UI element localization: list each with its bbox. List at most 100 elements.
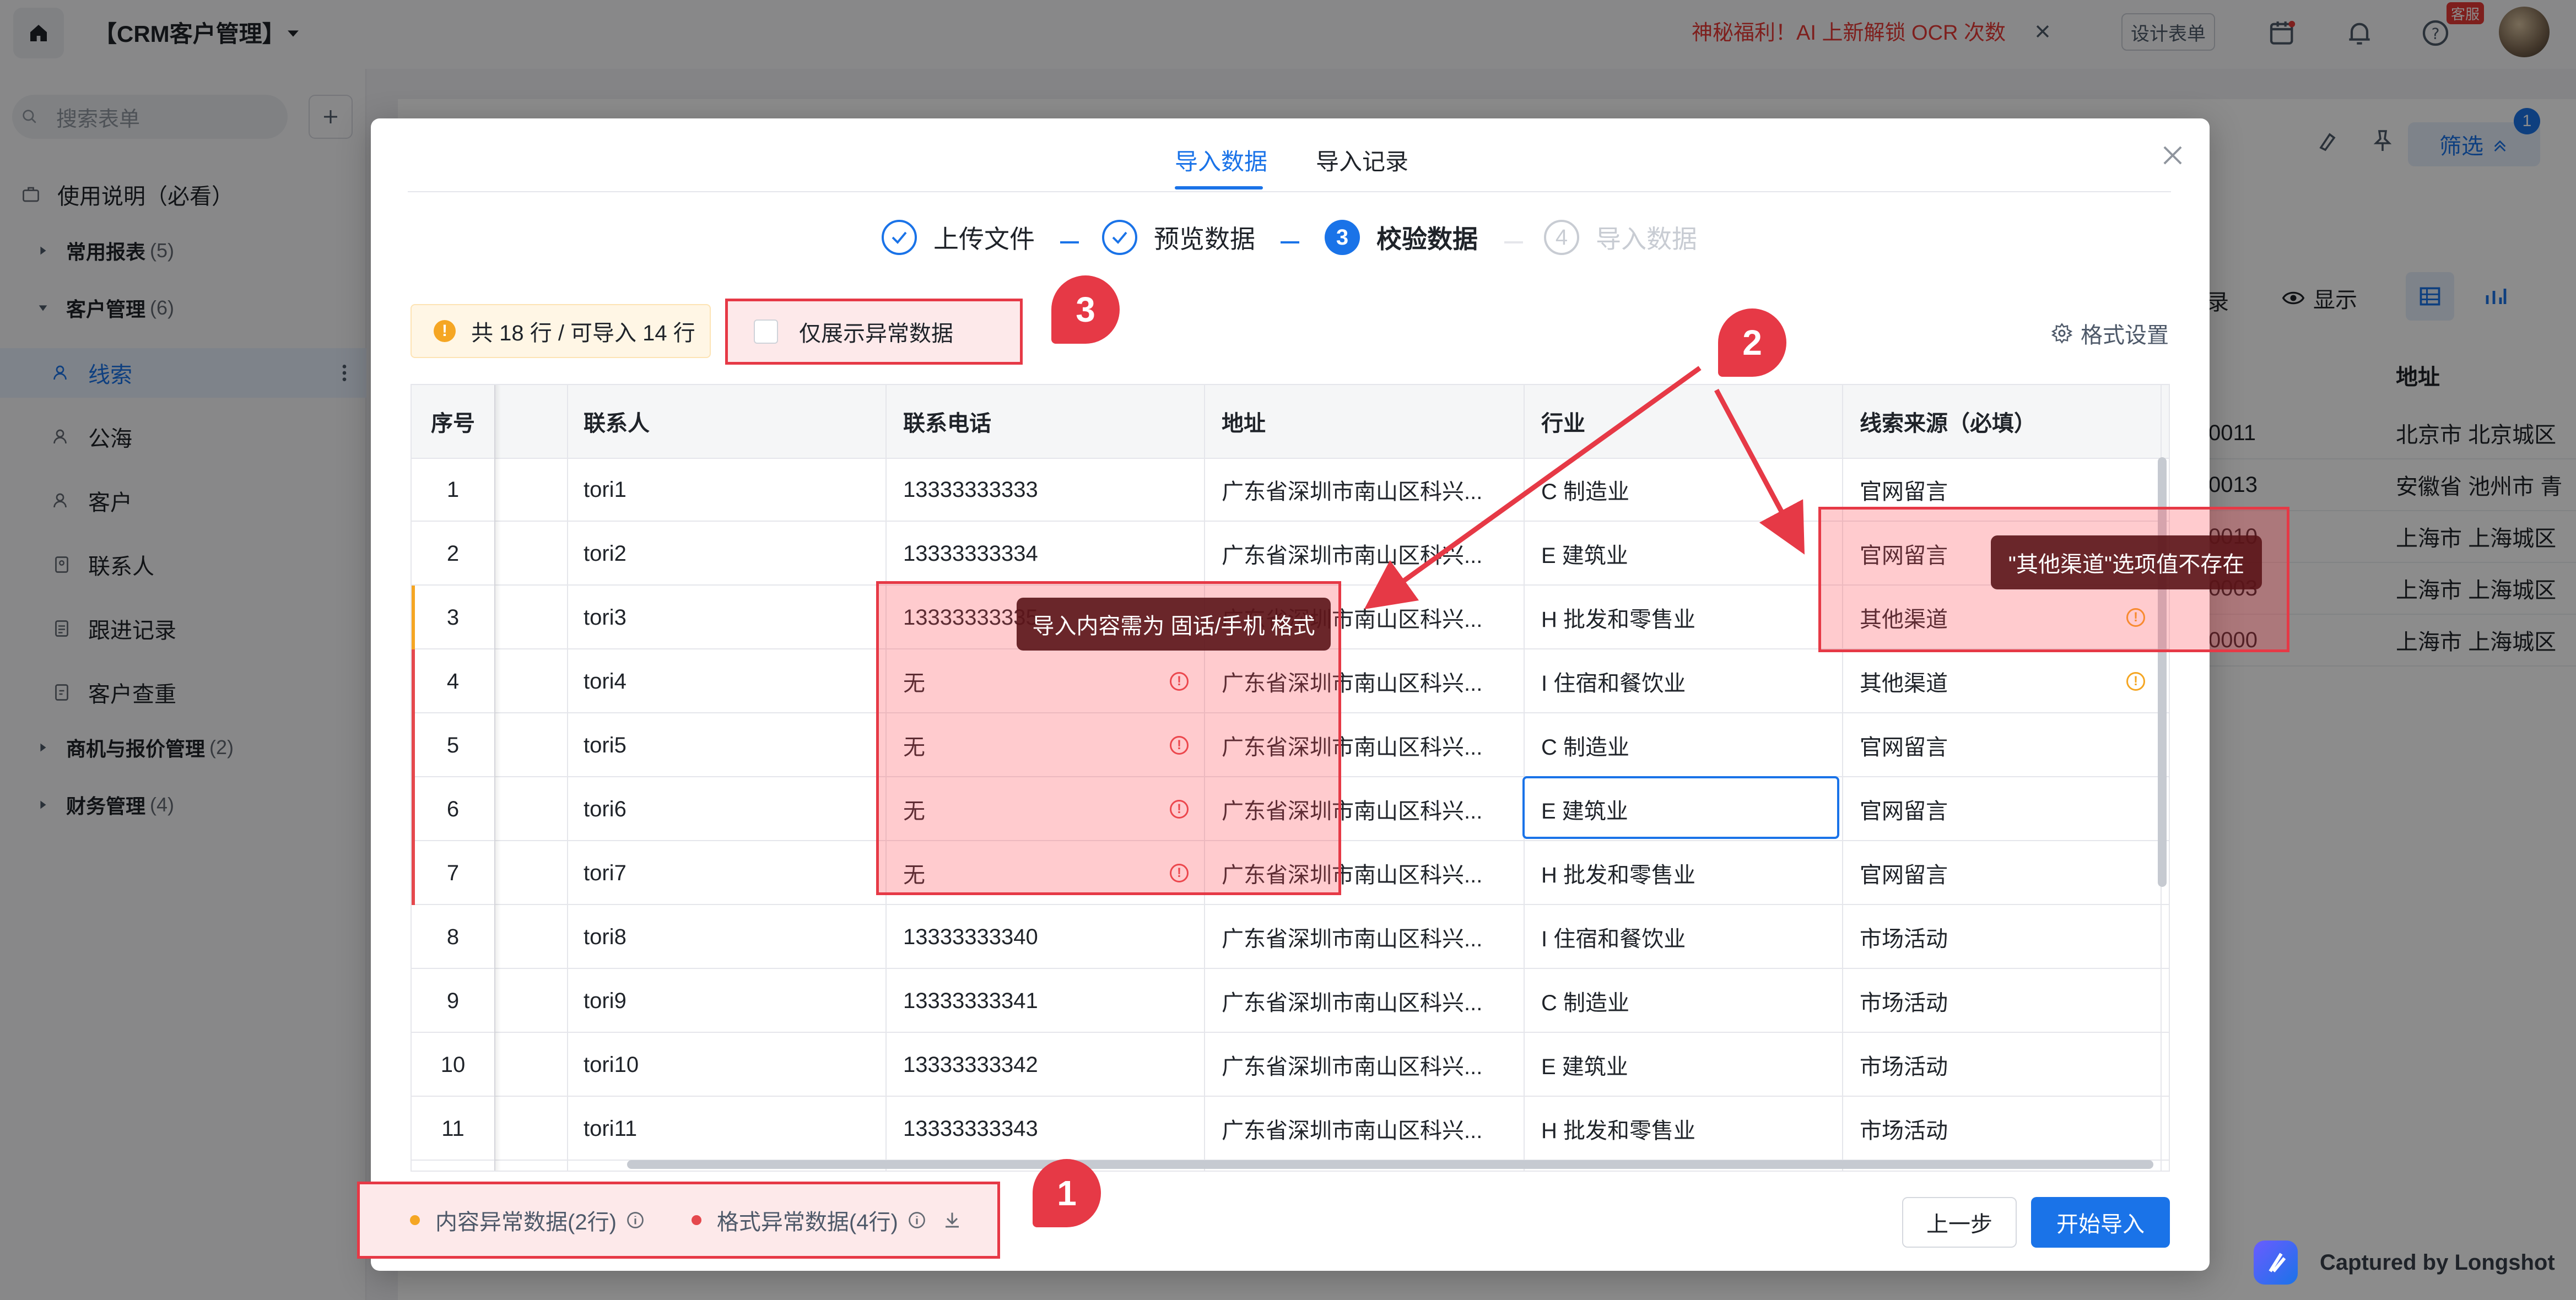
close-icon[interactable] (2158, 141, 2187, 170)
cell-industry[interactable]: E 建筑业 (1541, 522, 1628, 586)
cell-phone[interactable]: 13333333342 (903, 1033, 1038, 1097)
selected-cell[interactable] (1522, 776, 1839, 839)
cell-industry[interactable]: H 批发和零售业 (1541, 841, 1695, 905)
cell-industry[interactable]: C 制造业 (1541, 969, 1629, 1033)
table-row[interactable]: 10 tori10 13333333342 广东省深圳市南山区科兴... E 建筑业 市场… (412, 1033, 2169, 1097)
cell-phone[interactable]: 13333333334 (903, 522, 1038, 586)
header-phone: 联系电话 (903, 411, 991, 436)
row-index: 11 (441, 1116, 465, 1141)
table-row[interactable]: 11 tori11 13333333343 广东省深圳市南山区科兴... H 批发和零售… (412, 1097, 2169, 1161)
cell-industry[interactable]: C 制造业 (1541, 458, 1629, 522)
capture-label: Captured by Longshot (2320, 1250, 2555, 1275)
cell-addr[interactable]: 广东省深圳市南山区科兴... (1222, 1033, 1482, 1097)
cell-phone[interactable]: 13333333343 (903, 1097, 1038, 1161)
row-index: 3 (446, 605, 460, 630)
cell-source[interactable]: 市场活动 (1860, 1033, 1948, 1097)
annotation-marker-1: 1 (1033, 1159, 1101, 1227)
step-number: 4 (1544, 220, 1579, 255)
step-connector (1504, 241, 1523, 243)
cell-source[interactable]: 官网留言 (1860, 713, 1948, 777)
cell-contact[interactable]: tori2 (584, 522, 627, 586)
cell-source[interactable]: 市场活动 (1860, 905, 1948, 969)
header-contact: 联系人 (584, 411, 650, 436)
row-index: 6 (446, 797, 460, 821)
row-index: 10 (440, 1052, 466, 1077)
column-divider (1842, 385, 1843, 1171)
step-label: 预览数据 (1154, 225, 1255, 253)
cell-phone[interactable]: 13333333333 (903, 458, 1038, 522)
cell-contact[interactable]: tori8 (584, 905, 627, 969)
cell-industry[interactable]: I 住宿和餐饮业 (1541, 905, 1686, 969)
cell-source[interactable]: 官网留言 (1860, 841, 1948, 905)
cell-industry[interactable]: I 住宿和餐饮业 (1541, 649, 1686, 713)
cell-contact[interactable]: tori5 (584, 713, 627, 777)
header-industry: 行业 (1541, 411, 1585, 436)
table-row[interactable]: 9 tori9 13333333341 广东省深圳市南山区科兴... C 制造业 市场活动 (412, 969, 2169, 1033)
capture-watermark: Captured by Longshot (2254, 1241, 2555, 1285)
cell-phone[interactable]: 13333333340 (903, 905, 1038, 969)
annotation-box-3 (725, 299, 1023, 365)
tab-import-data[interactable]: 导入数据 (1175, 143, 1267, 177)
source-option-tooltip: "其他渠道"选项值不存在 (1991, 535, 2262, 589)
gear-icon (2051, 323, 2073, 344)
cell-industry[interactable]: H 批发和零售业 (1541, 1097, 1695, 1161)
summary-badge: ! 共 18 行 / 可导入 14 行 (411, 304, 711, 358)
step-upload: 上传文件 (882, 219, 1035, 256)
phone-format-tooltip: 导入内容需为 固话/手机 格式 (1017, 598, 1331, 651)
row-index: 8 (446, 924, 460, 949)
cell-source[interactable]: 市场活动 (1860, 969, 1948, 1033)
check-icon (882, 220, 917, 255)
cell-industry[interactable]: H 批发和零售业 (1541, 586, 1695, 649)
row-index: 1 (446, 477, 460, 502)
summary-text: 共 18 行 / 可导入 14 行 (471, 321, 695, 345)
cell-addr[interactable]: 广东省深圳市南山区科兴... (1222, 458, 1482, 522)
cell-phone[interactable]: 13333333341 (903, 969, 1038, 1033)
cell-contact[interactable]: tori10 (584, 1033, 639, 1097)
step-validate: 3 校验数据 (1325, 219, 1478, 256)
cell-contact[interactable]: tori4 (584, 649, 627, 713)
format-settings-label: 格式设置 (2081, 323, 2169, 348)
cell-contact[interactable]: tori1 (584, 458, 627, 522)
cell-addr[interactable]: 广东省深圳市南山区科兴... (1222, 522, 1482, 586)
cell-contact[interactable]: tori3 (584, 586, 627, 649)
cell-addr[interactable]: 广东省深圳市南山区科兴... (1222, 969, 1482, 1033)
fixed-column-shadow (494, 385, 501, 1171)
longshot-logo-icon (2254, 1241, 2298, 1285)
active-tab-indicator (1175, 186, 1263, 189)
cell-addr[interactable]: 广东省深圳市南山区科兴... (1222, 1097, 1482, 1161)
warning-icon[interactable]: ! (2126, 672, 2145, 691)
cell-source[interactable]: 官网留言 (1860, 777, 1948, 841)
warning-icon: ! (434, 320, 456, 342)
format-settings-button[interactable]: 格式设置 (2051, 317, 2169, 349)
header-address: 地址 (1222, 411, 1266, 436)
cell-addr[interactable]: 广东省深圳市南山区科兴... (1222, 905, 1482, 969)
start-import-button[interactable]: 开始导入 (2031, 1197, 2170, 1248)
header-index: 序号 (431, 411, 475, 436)
step-number: 3 (1325, 220, 1360, 255)
cell-source[interactable]: 其他渠道 (1860, 649, 1948, 713)
cell-source[interactable]: 市场活动 (1860, 1097, 1948, 1161)
row-index: 4 (446, 669, 460, 694)
step-connector (1281, 241, 1299, 243)
horizontal-scrollbar[interactable] (627, 1160, 2153, 1169)
cell-contact[interactable]: tori7 (584, 841, 627, 905)
step-preview: 预览数据 (1102, 219, 1255, 256)
cell-contact[interactable]: tori6 (584, 777, 627, 841)
row-index: 2 (446, 541, 460, 566)
annotation-marker-2: 2 (1718, 308, 1786, 377)
table-header: 序号 联系人 联系电话 地址 行业 线索来源（必填） (412, 385, 2169, 459)
tab-import-records[interactable]: 导入记录 (1316, 143, 1408, 177)
cell-industry[interactable]: E 建筑业 (1541, 1033, 1628, 1097)
cell-contact[interactable]: tori11 (584, 1097, 637, 1161)
row-index: 7 (446, 860, 460, 885)
cell-industry[interactable]: C 制造业 (1541, 713, 1629, 777)
step-connector (1060, 241, 1079, 243)
previous-step-button[interactable]: 上一步 (1902, 1197, 2017, 1248)
check-icon (1102, 220, 1137, 255)
step-label: 校验数据 (1376, 225, 1478, 253)
table-row[interactable]: 8 tori8 13333333340 广东省深圳市南山区科兴... I 住宿和餐饮业 市… (412, 905, 2169, 969)
cell-contact[interactable]: tori9 (584, 969, 627, 1033)
step-import: 4 导入数据 (1544, 219, 1697, 256)
annotation-marker-3: 3 (1051, 275, 1120, 344)
step-label: 上传文件 (933, 225, 1035, 253)
